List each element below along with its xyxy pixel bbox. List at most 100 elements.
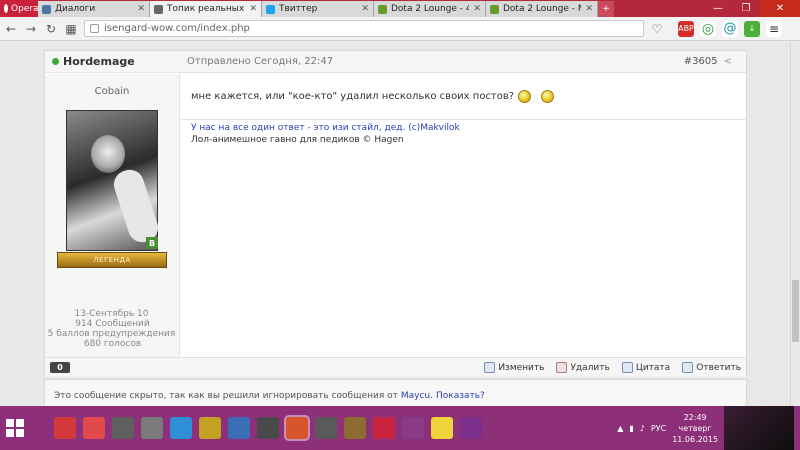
avatar-arm-shape [110, 166, 162, 246]
signature-line: Лол-анимешное гавно для педиков © Hagen [191, 135, 404, 145]
new-tab-button[interactable]: + [598, 1, 614, 17]
quote-label: Цитата [635, 362, 671, 373]
opera-menu-button[interactable]: Opera [0, 0, 39, 17]
clock-date: 11.06.2015 [672, 434, 718, 444]
post-number[interactable]: #3605 [684, 56, 718, 67]
taskbar-app-icon[interactable] [228, 417, 250, 439]
dota-lounge-icon [490, 4, 499, 14]
thinking-smiley-icon [541, 90, 555, 103]
taskbar-app-icon[interactable] [83, 417, 105, 439]
rank-badge: ЛЕГЕНДА [57, 252, 167, 268]
back-arrow-icon[interactable]: ← [4, 22, 18, 36]
taskbar-app-icon[interactable] [141, 417, 163, 439]
close-icon[interactable]: ✕ [361, 4, 369, 14]
tab-dota-lounge-market[interactable]: Dota 2 Lounge - Marketp... ✕ [486, 1, 598, 17]
badge-icon: В [146, 237, 158, 249]
system-tray: ▲ ▮ ♪ РУС 22:49 четверг 11.06.2015 [617, 406, 800, 450]
tab-dota-lounge-match[interactable]: Dota 2 Lounge - 4CL vs ... ✕ [374, 1, 486, 17]
join-date: 13-Сентябрь 10 [74, 309, 149, 319]
opera-menu-label: Opera [11, 3, 39, 14]
warning-points: 5 баллов предупреждения [47, 329, 176, 339]
confused-smiley-icon [518, 90, 532, 103]
taskbar-app-icon[interactable] [344, 417, 366, 439]
forum-icon [154, 4, 163, 14]
scrollbar-thumb[interactable] [792, 280, 799, 342]
taskbar-app-icon[interactable] [315, 417, 337, 439]
taskbar-app-icon[interactable] [170, 417, 192, 439]
download-icon[interactable]: ↓ [744, 20, 760, 37]
url-field[interactable]: isengard-wow.com/index.php [84, 20, 644, 37]
signature-divider [181, 119, 747, 120]
close-icon[interactable]: ✕ [473, 4, 481, 14]
tab-title: Топик реальных женщин [167, 4, 245, 14]
taskbar-app-icon[interactable] [54, 417, 76, 439]
close-icon[interactable]: ✕ [249, 4, 257, 14]
post-footer: 0 Изменить Удалить Цитата Ответить [45, 357, 746, 377]
reload-icon[interactable]: ↻ [44, 22, 58, 36]
delete-label: Удалить [570, 362, 610, 373]
delete-icon [556, 362, 568, 373]
volume-icon[interactable]: ♪ [640, 424, 645, 433]
user-title: Cobain [94, 86, 130, 97]
language-indicator[interactable]: РУС [651, 424, 666, 433]
maximize-icon[interactable]: ❐ [732, 0, 760, 17]
circle-arrows-icon[interactable]: ◎ [700, 20, 716, 37]
tray-chevron-icon[interactable]: ▲ [617, 424, 623, 433]
tab-twitter[interactable]: Твиттер ✕ [262, 1, 374, 17]
clock[interactable]: 22:49 четверг 11.06.2015 [672, 412, 718, 445]
windows-start-icon[interactable] [4, 417, 26, 439]
delete-button[interactable]: Удалить [556, 362, 610, 373]
close-icon[interactable]: ✕ [137, 4, 145, 14]
forward-arrow-icon[interactable]: → [24, 22, 38, 36]
online-status-icon [52, 58, 59, 65]
author-name[interactable]: Hordemage [63, 55, 187, 68]
clock-time: 22:49 [683, 412, 707, 422]
page-icon [90, 24, 99, 33]
page-scrollbar[interactable] [790, 42, 800, 406]
taskbar-app-icon[interactable] [373, 417, 395, 439]
clock-day: четверг [678, 423, 712, 433]
opera-logo-icon [4, 4, 8, 13]
tab-title: Твиттер [279, 4, 318, 14]
tab-forum[interactable]: Топик реальных женщин ✕ [150, 1, 262, 17]
address-bar: ← → ↻ ▦ isengard-wow.com/index.php ♡ ABP… [0, 17, 800, 41]
edit-button[interactable]: Изменить [484, 362, 544, 373]
tab-dialogs[interactable]: Диалоги ✕ [38, 1, 150, 17]
tab-title: Dota 2 Lounge - Marketp... [503, 4, 581, 14]
desktop-wallpaper-preview [724, 406, 794, 450]
post-number-group: #3605 < [684, 56, 732, 67]
post-date: Отправлено Сегодня, 22:47 [187, 56, 334, 67]
minimize-icon[interactable]: — [704, 0, 732, 17]
windows-taskbar: ▲ ▮ ♪ РУС 22:49 четверг 11.06.2015 [0, 406, 800, 450]
quote-button[interactable]: Цитата [621, 362, 671, 373]
window-controls: — ❐ ✕ [704, 0, 800, 17]
quote-icon [621, 362, 633, 373]
reply-button[interactable]: Ответить [682, 362, 741, 373]
dota-lounge-icon [378, 4, 387, 14]
taskbar-app-icon[interactable] [284, 415, 310, 441]
reputation-counter[interactable]: 0 [50, 362, 70, 373]
close-icon[interactable]: ✕ [585, 4, 593, 14]
extensions: ABP ◎ @ ↓ ≡ [678, 20, 782, 37]
abp-icon[interactable]: ABP [678, 20, 694, 37]
edit-icon [484, 362, 496, 373]
taskbar-app-icon[interactable] [112, 417, 134, 439]
menu-icon[interactable]: ≡ [766, 20, 782, 37]
post-header: Hordemage Отправлено Сегодня, 22:47 #360… [45, 51, 746, 73]
network-icon[interactable]: ▮ [629, 424, 633, 433]
taskbar-app-icon[interactable] [402, 417, 424, 439]
share-icon[interactable]: < [724, 56, 732, 67]
ignored-user-link[interactable]: Maycu. [401, 391, 433, 401]
taskbar-apps [54, 415, 482, 441]
taskbar-app-icon[interactable] [431, 417, 453, 439]
taskbar-app-icon[interactable] [257, 417, 279, 439]
reply-icon [682, 362, 694, 373]
bookmark-heart-icon[interactable]: ♡ [650, 22, 664, 36]
window-close-icon[interactable]: ✕ [760, 0, 800, 17]
speed-dial-icon[interactable]: ▦ [64, 22, 78, 36]
avatar[interactable]: В [66, 110, 162, 251]
taskbar-app-icon[interactable] [460, 417, 482, 439]
at-sign-icon[interactable]: @ [722, 20, 738, 37]
taskbar-app-icon[interactable] [199, 417, 221, 439]
show-post-link[interactable]: Показать? [436, 391, 485, 401]
